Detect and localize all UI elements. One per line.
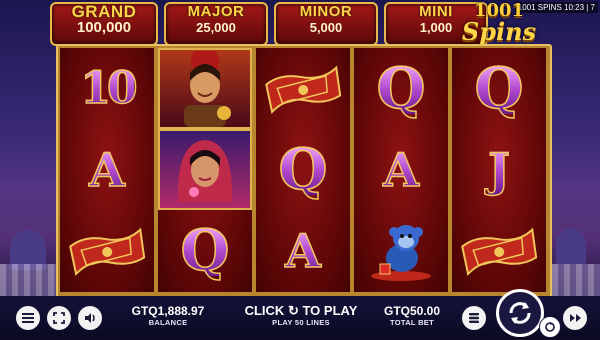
- jackpot-name: MINOR: [299, 3, 353, 20]
- monkey-icon: [371, 224, 431, 281]
- jackpot-minor: MINOR 5,000: [274, 2, 378, 46]
- symbol-q: Q: [278, 136, 328, 203]
- reel-cell: J: [452, 129, 546, 210]
- magic-carpet-icon: [461, 227, 538, 276]
- background-dome: [556, 228, 586, 264]
- reel-cell: Q: [452, 48, 546, 129]
- jackpot-major: MAJOR 25,000: [164, 2, 268, 46]
- menu-button[interactable]: [16, 306, 40, 330]
- jackpot-name: GRAND: [71, 2, 137, 21]
- balance-display: GTQ1,888.97 BALANCE: [128, 304, 208, 328]
- fullscreen-button[interactable]: [47, 306, 71, 330]
- reel-cell: Q: [354, 48, 448, 129]
- jackpot-name: MAJOR: [187, 3, 245, 20]
- aladdin-icon: [184, 50, 231, 127]
- play-prompt[interactable]: CLICK ↻ TO PLAY PLAY 50 LINES: [236, 304, 366, 328]
- reel-cell: A: [256, 210, 350, 291]
- balance-value: GTQ1,888.97: [131, 304, 205, 318]
- symbol-q: Q: [474, 55, 524, 122]
- spin-icon: [509, 302, 531, 324]
- jackpot-value: 5,000: [309, 20, 343, 35]
- game-logo: 1001 Spins: [446, 2, 552, 46]
- symbol-j: J: [487, 142, 510, 197]
- jackpot-bar: GRAND 100,000 MAJOR 25,000 MINOR 5,000 M…: [50, 0, 488, 46]
- symbol-10: 10: [80, 62, 139, 114]
- refresh-icon: ↻: [287, 303, 299, 318]
- logo-line-2: Spins: [461, 17, 537, 46]
- reel-cell: A: [60, 129, 154, 210]
- reel-5: Q J: [452, 48, 546, 292]
- jackpot-grand: GRAND 100,000: [50, 2, 158, 46]
- reel-cell: [158, 129, 252, 210]
- reel-cell: Q: [256, 129, 350, 210]
- symbol-q: Q: [180, 217, 230, 284]
- turbo-button[interactable]: [563, 306, 587, 330]
- reel-4: Q A: [354, 48, 448, 292]
- bet-value: GTQ50.00: [383, 304, 441, 318]
- sound-button[interactable]: [78, 306, 102, 330]
- spin-button[interactable]: [496, 289, 544, 337]
- total-bet-display: GTQ50.00 TOTAL BET: [380, 304, 444, 328]
- reel-2: Q: [158, 48, 252, 292]
- magic-carpet-icon: [265, 65, 342, 114]
- reel-cell: [452, 210, 546, 291]
- sound-icon: [84, 313, 95, 323]
- play-prompt-left: CLICK: [244, 303, 285, 318]
- balance-label: BALANCE: [148, 318, 188, 327]
- coin-stack-icon: [469, 313, 479, 323]
- bet-settings-button[interactable]: [462, 306, 486, 330]
- autoplay-button[interactable]: [539, 316, 561, 338]
- fullscreen-icon: [53, 312, 65, 324]
- fast-forward-icon: [569, 314, 581, 322]
- autoplay-icon: [545, 322, 555, 332]
- jackpot-value: 100,000: [76, 19, 132, 36]
- jackpot-value: 25,000: [196, 20, 236, 35]
- reel-cell: 10: [60, 48, 154, 129]
- reel-3: Q A: [256, 48, 350, 292]
- magic-carpet-icon: [69, 227, 146, 276]
- lines-label: PLAY 50 LINES: [272, 318, 330, 327]
- symbol-a: A: [382, 142, 419, 197]
- reel-1: 10 A: [60, 48, 154, 292]
- reel-cell: [158, 48, 252, 129]
- reel-cell: [354, 210, 448, 291]
- menu-icon: [22, 313, 34, 323]
- play-prompt-text: CLICK ↻ TO PLAY: [236, 304, 366, 318]
- bet-label: TOTAL BET: [390, 318, 434, 327]
- reel-cell: [60, 210, 154, 291]
- play-prompt-right: TO PLAY: [302, 303, 358, 318]
- symbol-a: A: [88, 142, 125, 197]
- symbol-a: A: [284, 223, 321, 278]
- symbol-q: Q: [376, 55, 426, 122]
- reel-cell: Q: [158, 210, 252, 291]
- reel-cell: [256, 48, 350, 129]
- reel-cell: A: [354, 129, 448, 210]
- princess-icon: [177, 139, 233, 202]
- reel-grid: 10 A Q Q A Q A Q J: [56, 44, 552, 298]
